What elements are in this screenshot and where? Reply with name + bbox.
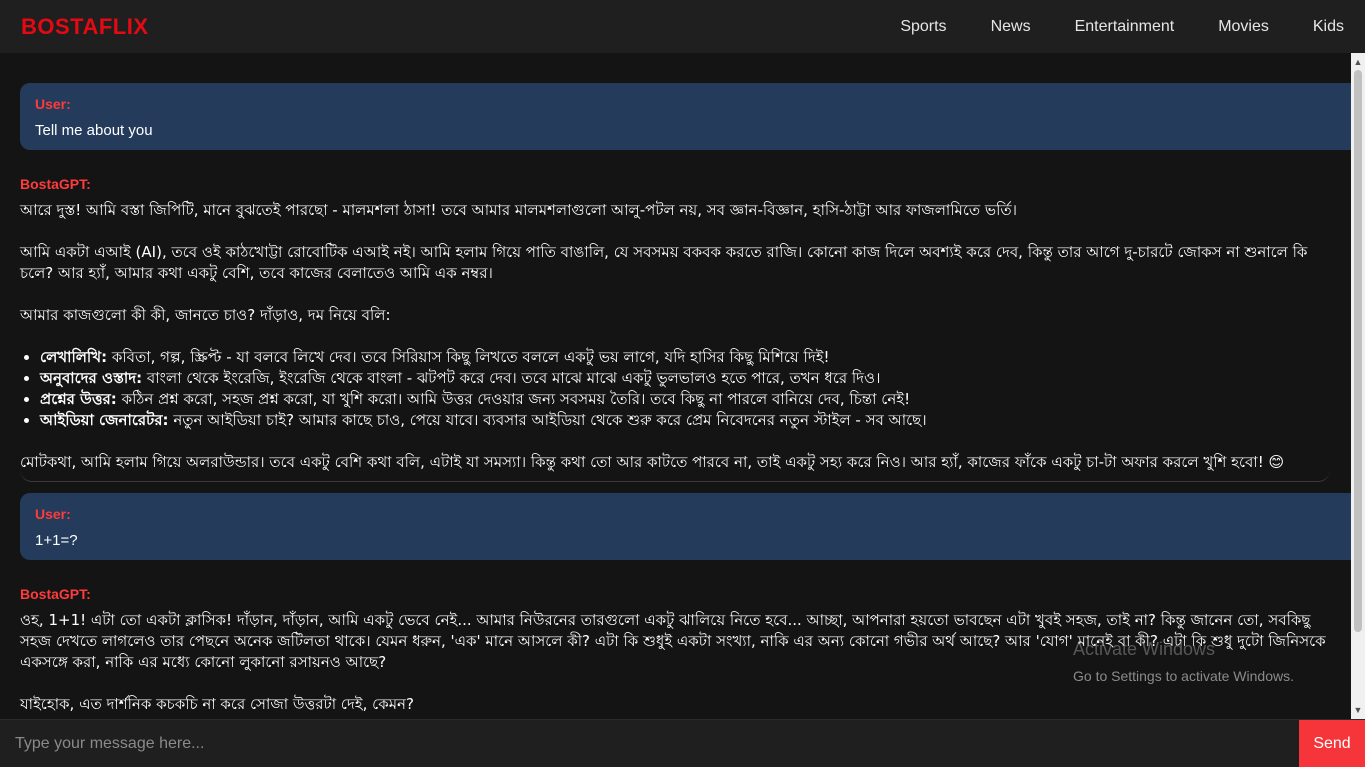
list-item: প্রশ্নের উত্তর: কঠিন প্রশ্ন করো, সহজ প্র… xyxy=(40,389,1330,410)
user-message-text: Tell me about you xyxy=(35,122,153,139)
list-item-title: প্রশ্নের উত্তর: xyxy=(40,390,117,408)
bot-paragraph: আমি একটা এআই (AI), তবে ওই কাঠখোট্টা রোবো… xyxy=(20,243,1308,282)
user-message: User: Tell me about you xyxy=(20,83,1351,150)
list-item-text: নতুন আইডিয়া চাই? আমার কাছে চাও, পেয়ে য… xyxy=(168,411,927,429)
list-item: আইডিয়া জেনারেটর: নতুন আইডিয়া চাই? আমার… xyxy=(40,410,1330,431)
top-navbar: BOSTAFLIX Sports News Entertainment Movi… xyxy=(0,0,1365,53)
user-message: User: 1+1=? xyxy=(20,493,1351,560)
bot-label: BostaGPT: xyxy=(20,176,91,192)
nav-kids[interactable]: Kids xyxy=(1313,18,1344,36)
list-item: অনুবাদের ওস্তাদ: বাংলা থেকে ইংরেজি, ইংরে… xyxy=(40,368,1330,389)
user-label: User: xyxy=(35,506,71,522)
nav-sports[interactable]: Sports xyxy=(900,18,946,36)
watermark-title: Activate Windows xyxy=(1073,639,1216,659)
message-input-bar: Send xyxy=(0,719,1365,767)
list-item: লেখালিখি: কবিতা, গল্প, স্ক্রিপ্ট - যা বল… xyxy=(40,347,1330,368)
windows-activation-watermark: Activate Windows Go to Settings to activ… xyxy=(1073,640,1294,686)
chat-scrollbar[interactable]: ▲ ▼ xyxy=(1351,53,1365,719)
watermark-subtitle: Go to Settings to activate Windows. xyxy=(1073,668,1294,684)
chat-history[interactable]: User: Tell me about you BostaGPT: আরে দু… xyxy=(0,53,1351,719)
main-nav: Sports News Entertainment Movies Kids xyxy=(856,18,1344,36)
scroll-down-icon[interactable]: ▼ xyxy=(1351,703,1365,717)
message-input[interactable] xyxy=(0,720,1299,767)
scroll-up-icon[interactable]: ▲ xyxy=(1351,55,1365,69)
list-item-title: লেখালিখি: xyxy=(40,348,108,366)
user-message-text: 1+1=? xyxy=(35,532,78,549)
send-button[interactable]: Send xyxy=(1299,720,1365,767)
list-item-text: বাংলা থেকে ইংরেজি, ইংরেজি থেকে বাংলা - ঝ… xyxy=(142,369,881,387)
bot-paragraph: আরে দুস্ত! আমি বস্তা জিপিটি, মানে বুঝতেই… xyxy=(20,201,1018,219)
bot-paragraph: মোটকথা, আমি হলাম গিয়ে অলরাউন্ডার। তবে এ… xyxy=(20,453,1285,471)
list-item-title: আইডিয়া জেনারেটর: xyxy=(40,411,169,429)
list-item-text: কঠিন প্রশ্ন করো, সহজ প্রশ্ন করো, যা খুশি… xyxy=(116,390,911,408)
bot-label: BostaGPT: xyxy=(20,586,91,602)
list-item-title: অনুবাদের ওস্তাদ: xyxy=(40,369,143,387)
bot-paragraph: আমার কাজগুলো কী কী, জানতে চাও? দাঁড়াও, … xyxy=(20,306,391,324)
nav-entertainment[interactable]: Entertainment xyxy=(1075,18,1175,36)
bot-list: লেখালিখি: কবিতা, গল্প, স্ক্রিপ্ট - যা বল… xyxy=(20,347,1330,431)
scrollbar-thumb[interactable] xyxy=(1354,70,1362,632)
brand-logo[interactable]: BOSTAFLIX xyxy=(21,14,149,40)
list-item-text: কবিতা, গল্প, স্ক্রিপ্ট - যা বলবে লিখে দে… xyxy=(107,348,830,366)
nav-movies[interactable]: Movies xyxy=(1218,18,1269,36)
user-label: User: xyxy=(35,96,71,112)
bot-message: BostaGPT: আরে দুস্ত! আমি বস্তা জিপিটি, ম… xyxy=(20,150,1330,482)
nav-news[interactable]: News xyxy=(991,18,1031,36)
bot-paragraph: যাইহোক, এত দার্শনিক কচকচি না করে সোজা উত… xyxy=(20,695,414,713)
